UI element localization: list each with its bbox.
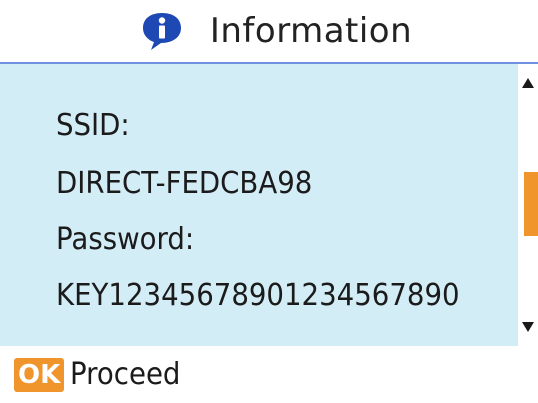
ssid-label: SSID: <box>56 108 130 143</box>
scroll-down-arrow-icon[interactable] <box>522 322 534 332</box>
page-title: Information <box>209 11 413 51</box>
scrollbar[interactable] <box>518 64 538 346</box>
info-panel: SSID: DIRECT-FEDCBA98 Password: KEY12345… <box>0 64 518 346</box>
password-label: Password: <box>56 222 195 257</box>
title-bar: Information <box>0 0 538 62</box>
proceed-label[interactable]: Proceed <box>70 357 180 392</box>
ok-button-badge[interactable]: OK <box>14 357 65 392</box>
footer-bar: OK Proceed <box>0 346 538 403</box>
title-group: Information <box>140 9 412 53</box>
scroll-up-arrow-icon[interactable] <box>522 78 534 88</box>
password-value: KEY12345678901234567890 <box>56 278 460 313</box>
scrollbar-thumb[interactable] <box>524 172 538 236</box>
ssid-value: DIRECT-FEDCBA98 <box>56 166 313 201</box>
info-icon <box>142 13 181 50</box>
